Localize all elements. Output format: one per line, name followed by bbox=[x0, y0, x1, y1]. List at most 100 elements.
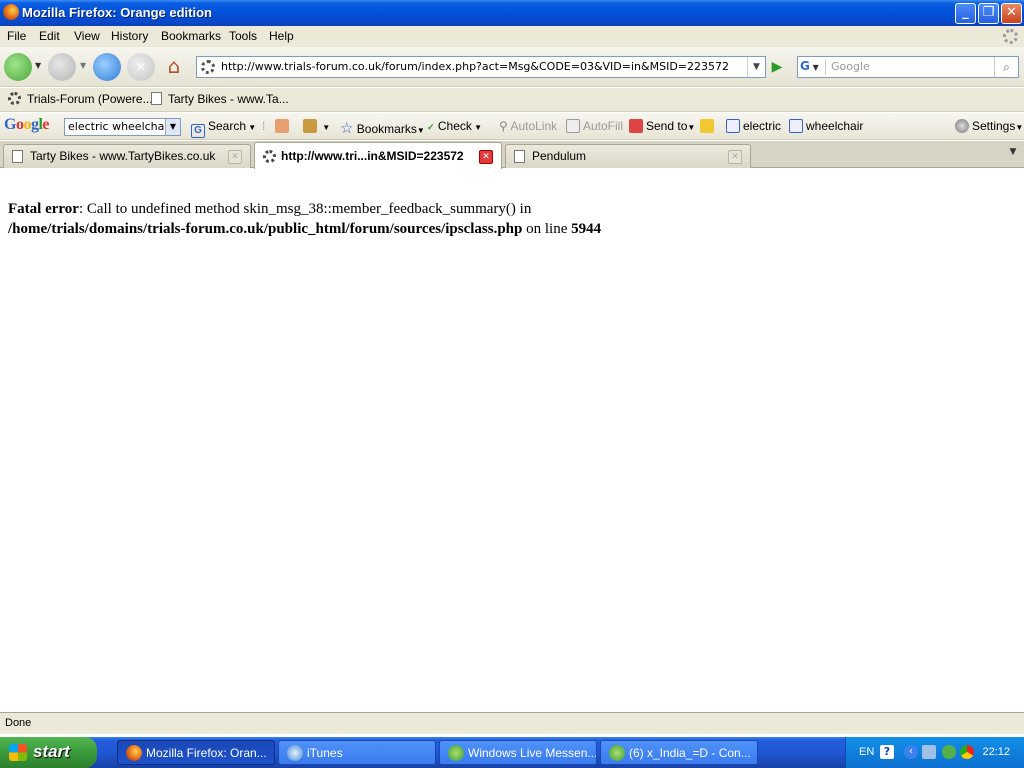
status-bar: Done bbox=[0, 712, 1024, 734]
google-bookmarks-button[interactable]: ☆ Bookmarks▼ bbox=[340, 119, 425, 137]
tab-pendulum[interactable]: Pendulum ✕ bbox=[505, 144, 751, 168]
itunes-icon bbox=[287, 745, 303, 761]
show-hidden-icons-icon[interactable]: ‹ bbox=[904, 745, 918, 759]
clock[interactable]: 22:12 bbox=[982, 746, 1010, 758]
form-icon bbox=[566, 119, 580, 133]
highlight-button[interactable] bbox=[700, 119, 717, 133]
back-icon[interactable] bbox=[4, 53, 32, 81]
error-online-text: on line bbox=[522, 221, 572, 237]
search-term-electric[interactable]: electric bbox=[726, 119, 781, 133]
wand-icon: ⚲ bbox=[499, 119, 508, 133]
menu-bar: File Edit View History Bookmarks Tools H… bbox=[0, 26, 1024, 47]
menu-edit[interactable]: Edit bbox=[39, 29, 60, 43]
popup-icon bbox=[303, 119, 317, 133]
menu-help[interactable]: Help bbox=[269, 29, 294, 43]
forward-icon[interactable] bbox=[48, 53, 76, 81]
page-icon bbox=[151, 92, 162, 105]
popup-blocker-button[interactable]: ▼ bbox=[303, 119, 330, 133]
settings-icon bbox=[955, 119, 969, 133]
go-icon[interactable]: ▶ bbox=[767, 56, 787, 78]
magnifier-icon bbox=[789, 119, 803, 133]
help-icon[interactable]: ? bbox=[880, 745, 894, 759]
url-bar[interactable]: http://www.trials-forum.co.uk/forum/inde… bbox=[196, 56, 766, 78]
google-search-input[interactable]: electric wheelchair ▼ bbox=[64, 118, 181, 136]
stop-icon[interactable]: ✕ bbox=[127, 53, 155, 81]
sendto-icon bbox=[629, 119, 643, 133]
messenger-icon bbox=[448, 745, 464, 761]
bookmark-tarty-bikes[interactable]: Tarty Bikes - www.Ta... bbox=[151, 92, 289, 106]
highlighter-icon bbox=[700, 119, 714, 133]
google-search-button[interactable]: G Search ▼ bbox=[191, 119, 256, 138]
tab-list-dropdown-icon[interactable]: ▼ bbox=[1006, 147, 1020, 161]
window-title-bar[interactable]: Mozilla Firefox: Orange edition _ ❐ ✕ bbox=[0, 0, 1024, 26]
chevron-down-icon[interactable]: ▼ bbox=[165, 119, 180, 135]
tab-trials-forum[interactable]: http://www.tri...in&MSID=223572 ✕ bbox=[254, 142, 502, 169]
close-button[interactable]: ✕ bbox=[1001, 3, 1022, 24]
system-tray: EN ? ‹ 22:12 bbox=[845, 737, 1024, 768]
forward-history-dropdown-icon[interactable]: ▼ bbox=[80, 61, 86, 70]
autofill-button[interactable]: AutoFill bbox=[566, 119, 623, 133]
task-itunes[interactable]: iTunes bbox=[278, 740, 436, 765]
menu-tools[interactable]: Tools bbox=[229, 29, 257, 43]
google-g-icon: G bbox=[191, 124, 205, 138]
messenger-tray-icon[interactable] bbox=[942, 745, 956, 759]
search-term-wheelchair[interactable]: wheelchair bbox=[789, 119, 863, 133]
menu-file[interactable]: File bbox=[7, 29, 26, 43]
start-button[interactable]: start bbox=[0, 737, 97, 768]
search-engine-icon[interactable]: G ▼ bbox=[800, 59, 826, 75]
menu-history[interactable]: History bbox=[111, 29, 148, 43]
menu-bookmarks[interactable]: Bookmarks bbox=[161, 29, 221, 43]
close-tab-icon[interactable]: ✕ bbox=[479, 150, 493, 164]
search-bar[interactable]: G ▼ Google ⌕ bbox=[797, 56, 1019, 78]
error-line-number: 5944 bbox=[571, 221, 602, 237]
site-favicon-icon bbox=[201, 60, 215, 74]
home-icon[interactable]: ⌂ bbox=[161, 54, 187, 80]
page-icon bbox=[514, 150, 525, 163]
google-toolbar: Google electric wheelchair ▼ G Search ▼ ⁞ … bbox=[0, 113, 1024, 140]
search-input[interactable]: Google bbox=[831, 60, 870, 73]
spellcheck-button[interactable]: ✓ Check ▼ bbox=[427, 119, 482, 133]
restore-button[interactable]: ❐ bbox=[978, 3, 999, 24]
throbber-icon bbox=[1003, 29, 1018, 44]
task-conversation[interactable]: (6) x_India_=D - Con... bbox=[600, 740, 758, 765]
bookmarks-toolbar: Trials-Forum (Powere... Tarty Bikes - ww… bbox=[0, 88, 1024, 112]
loading-favicon-icon bbox=[8, 92, 21, 105]
error-text: : Call to undefined method skin_msg_38::… bbox=[78, 201, 532, 217]
news-icon[interactable] bbox=[275, 119, 292, 133]
autolink-button[interactable]: ⚲ AutoLink bbox=[499, 119, 557, 133]
menu-view[interactable]: View bbox=[74, 29, 100, 43]
minimize-button[interactable]: _ bbox=[955, 3, 976, 24]
window-title: Mozilla Firefox: Orange edition bbox=[22, 5, 212, 20]
task-firefox[interactable]: Mozilla Firefox: Oran... bbox=[117, 740, 275, 765]
settings-button[interactable]: Settings▼ bbox=[955, 119, 1023, 133]
google-logo[interactable]: Google bbox=[4, 116, 49, 134]
search-icon[interactable]: ⌕ bbox=[994, 57, 1018, 77]
chrome-icon[interactable] bbox=[960, 745, 974, 759]
loading-favicon-icon bbox=[263, 150, 276, 163]
close-tab-icon[interactable]: ✕ bbox=[728, 150, 742, 164]
language-indicator[interactable]: EN bbox=[859, 746, 874, 758]
url-text[interactable]: http://www.trials-forum.co.uk/forum/inde… bbox=[221, 60, 729, 73]
task-messenger[interactable]: Windows Live Messen... bbox=[439, 740, 597, 765]
star-icon: ☆ bbox=[340, 120, 354, 137]
error-path: /home/trials/domains/trials-forum.co.uk/… bbox=[8, 221, 523, 237]
page-icon bbox=[12, 150, 23, 163]
url-history-dropdown-icon[interactable]: ▼ bbox=[747, 57, 765, 77]
navigation-toolbar: ▼ ▼ ✕ ⌂ http://www.trials-forum.co.uk/fo… bbox=[0, 47, 1024, 87]
spellcheck-icon: ✓ bbox=[427, 122, 435, 132]
bookmark-trials-forum[interactable]: Trials-Forum (Powere... bbox=[8, 92, 153, 106]
close-tab-icon[interactable]: ✕ bbox=[228, 150, 242, 164]
messenger-conversation-icon bbox=[609, 745, 625, 761]
tab-tarty-bikes[interactable]: Tarty Bikes - www.TartyBikes.co.uk ✕ bbox=[3, 144, 251, 168]
back-history-dropdown-icon[interactable]: ▼ bbox=[35, 61, 41, 70]
magnifier-icon bbox=[726, 119, 740, 133]
sendto-button[interactable]: Send to▼ bbox=[629, 119, 695, 133]
windows-logo-icon bbox=[9, 744, 27, 761]
tab-bar: Tarty Bikes - www.TartyBikes.co.uk ✕ htt… bbox=[0, 141, 1024, 169]
error-label: Fatal error bbox=[8, 201, 79, 217]
firefox-icon bbox=[3, 4, 19, 20]
firefox-icon bbox=[126, 745, 142, 761]
status-text: Done bbox=[5, 717, 32, 729]
reload-icon[interactable] bbox=[93, 53, 121, 81]
network-icon[interactable] bbox=[922, 745, 936, 759]
